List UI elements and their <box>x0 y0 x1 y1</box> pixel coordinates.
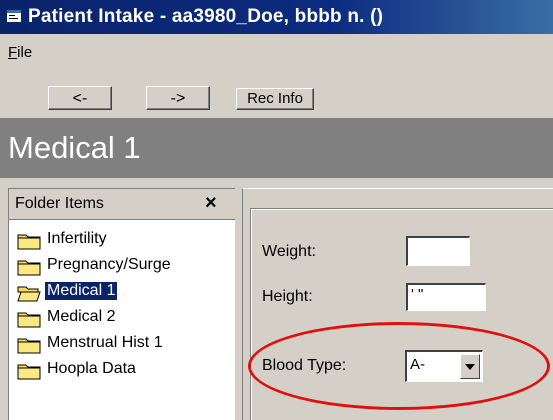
weight-label: Weight: <box>262 243 316 260</box>
folder-icon <box>17 258 41 276</box>
window-title: Patient Intake - aa3980_Doe, bbbb n. () <box>28 6 384 27</box>
folder-panel: Folder Items × Infertility Pregnancy/Surg… <box>8 188 235 420</box>
content-panel <box>250 208 553 420</box>
folder-item[interactable]: Hoopla Data <box>15 357 237 383</box>
blood-type-dropdown-button[interactable] <box>460 354 480 379</box>
folder-item-label: Infertility <box>47 230 107 247</box>
folder-item[interactable]: Menstrual Hist 1 <box>15 331 237 357</box>
menu-file-mnemonic: F <box>8 44 18 61</box>
folder-item-label: Medical 2 <box>47 308 116 325</box>
menu-file[interactable]: File <box>8 44 32 61</box>
weight-input[interactable] <box>406 236 470 266</box>
blood-type-select[interactable]: A- <box>405 350 483 382</box>
folder-icon <box>17 336 41 354</box>
blood-type-label: Blood Type: <box>262 357 347 374</box>
open-folder-icon <box>17 284 41 302</box>
height-label: Height: <box>262 288 313 305</box>
blood-type-value: A- <box>410 356 425 373</box>
close-icon[interactable]: × <box>205 192 217 215</box>
rec-info-button[interactable]: Rec Info <box>236 88 314 110</box>
folder-panel-title: Folder Items <box>15 195 104 212</box>
back-button[interactable]: <- <box>48 86 112 110</box>
page-title: Medical 1 <box>8 130 141 165</box>
app-icon <box>7 10 21 22</box>
height-input[interactable]: ' " <box>406 283 486 311</box>
section-header: Medical 1 <box>0 118 553 178</box>
folder-item[interactable]: Medical 1 <box>15 279 237 305</box>
menu-file-rest: ile <box>17 44 33 61</box>
chevron-down-icon <box>465 364 475 370</box>
menu-bar: File <box>0 40 553 66</box>
folder-item-label: Medical 1 <box>45 282 118 300</box>
forward-button[interactable]: -> <box>146 86 210 110</box>
folder-item[interactable]: Infertility <box>15 227 237 253</box>
folder-item[interactable]: Pregnancy/Surge <box>15 253 237 279</box>
folder-item-label: Hoopla Data <box>47 360 136 377</box>
folder-icon <box>17 232 41 250</box>
folder-icon <box>17 310 41 328</box>
folder-item[interactable]: Medical 2 <box>15 305 237 331</box>
folder-item-label: Menstrual Hist 1 <box>47 334 163 351</box>
title-bar[interactable]: Patient Intake - aa3980_Doe, bbbb n. () <box>0 0 553 34</box>
folder-icon <box>17 362 41 380</box>
folder-panel-header: Folder Items × <box>9 189 235 220</box>
folder-item-label: Pregnancy/Surge <box>47 256 171 273</box>
